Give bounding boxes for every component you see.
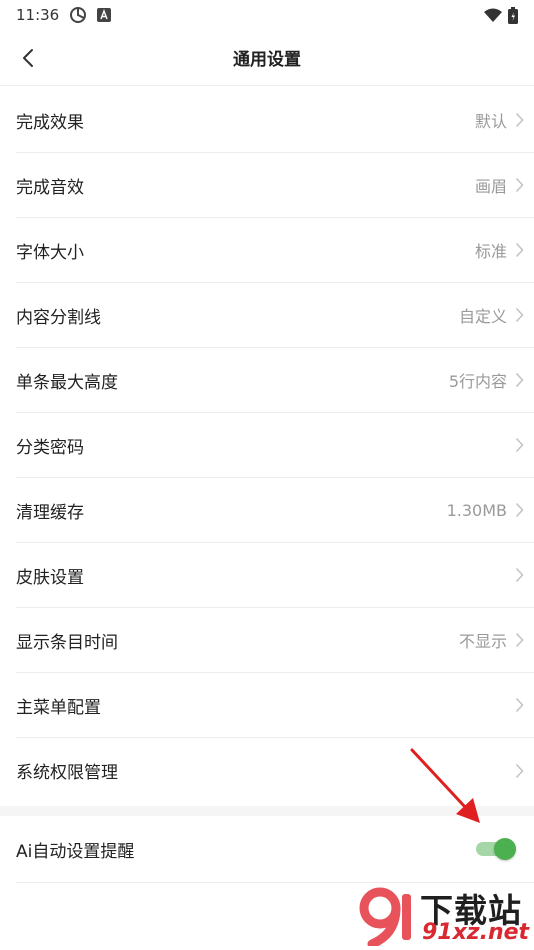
back-button[interactable] [10,38,46,78]
chevron-right-icon [515,502,524,518]
setting-label: 分类密码 [16,437,84,458]
setting-label: 完成效果 [16,112,84,133]
status-time: 11:36 [16,6,60,24]
setting-label: 主菜单配置 [16,697,101,718]
settings-list: 完成效果 默认 完成音效 画眉 字体大小 标准 内容分割线 自定义 单条最大高度… [0,88,534,803]
app-header: 通用设置 [0,30,534,86]
setting-value: 1.30MB [446,500,507,520]
setting-label: 内容分割线 [16,307,101,328]
status-bar: 11:36 [0,0,534,30]
setting-value: 标准 [474,242,507,261]
ai-reminder-toggle[interactable] [476,838,516,860]
watermark-logo-icon [359,887,411,946]
setting-label: 清理缓存 [16,502,84,523]
chevron-right-icon [515,437,524,453]
chevron-right-icon [515,307,524,323]
setting-skin[interactable]: 皮肤设置 [16,543,534,608]
setting-font-size[interactable]: 字体大小 标准 [16,218,534,283]
setting-label: Ai自动设置提醒 [16,841,135,862]
setting-label: 系统权限管理 [16,763,118,783]
chevron-right-icon [515,567,524,583]
setting-content-divider[interactable]: 内容分割线 自定义 [16,283,534,348]
annotation-arrow-icon [410,748,480,823]
wifi-icon [484,8,502,22]
setting-label: 显示条目时间 [16,632,118,653]
setting-label: 皮肤设置 [16,567,84,588]
chevron-right-icon [515,632,524,648]
chevron-right-icon [515,763,524,779]
chevron-right-icon [515,372,524,388]
setting-label: 完成音效 [16,177,84,198]
watermark: 下载站 91xz.net [358,884,530,948]
chevron-right-icon [515,177,524,193]
setting-show-item-time[interactable]: 显示条目时间 不显示 [16,608,534,673]
setting-max-item-height[interactable]: 单条最大高度 5行内容 [16,348,534,413]
setting-value: 自定义 [458,307,507,326]
notification-a-icon [97,8,112,22]
setting-label: 单条最大高度 [16,372,118,393]
sync-icon [69,6,87,24]
chevron-right-icon [515,112,524,128]
chevron-right-icon [515,697,524,713]
setting-category-password[interactable]: 分类密码 [16,413,534,478]
watermark-domain: 91xz.net [422,920,530,945]
setting-value: 默认 [474,112,507,131]
setting-completion-sound[interactable]: 完成音效 画眉 [16,153,534,218]
battery-icon [508,6,518,24]
setting-value: 不显示 [458,632,507,651]
setting-clear-cache[interactable]: 清理缓存 1.30MB [16,478,534,543]
back-arrow-icon [23,49,33,67]
setting-completion-effect[interactable]: 完成效果 默认 [16,88,534,153]
setting-main-menu-config[interactable]: 主菜单配置 [16,673,534,738]
toggle-knob [494,838,516,860]
setting-value: 画眉 [474,177,507,196]
page-title: 通用设置 [233,50,301,70]
chevron-right-icon [515,242,524,258]
setting-value: 5行内容 [448,372,507,391]
setting-label: 字体大小 [16,242,84,263]
